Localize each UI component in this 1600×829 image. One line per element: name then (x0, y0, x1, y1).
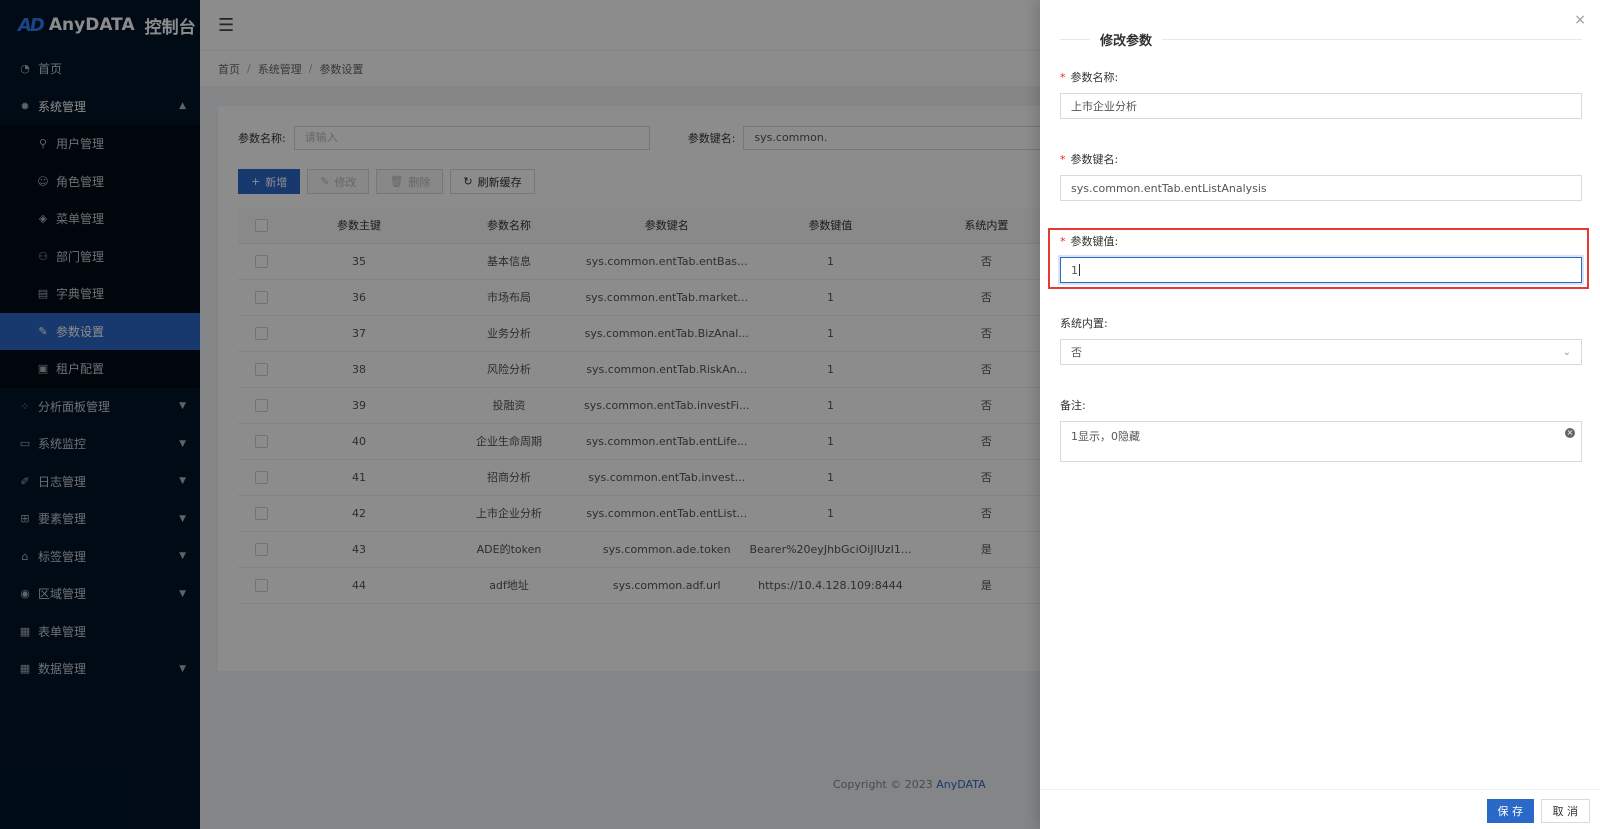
param-key-field-label: 参数键名: (1070, 153, 1119, 166)
title-divider (1162, 38, 1582, 40)
builtin-select[interactable]: 否 ⌄ (1060, 339, 1582, 365)
param-key-field-input[interactable]: sys.common.entTab.entListAnalysis (1060, 175, 1582, 201)
required-mark: * (1060, 152, 1066, 166)
param-name-field-input[interactable]: 上市企业分析 (1060, 93, 1582, 119)
param-name-field: * 参数名称: 上市企业分析 (1060, 70, 1582, 119)
param-name-field-label: 参数名称: (1070, 71, 1119, 84)
chevron-down-icon: ⌄ (1562, 346, 1571, 358)
builtin-field-label: 系统内置: (1060, 317, 1108, 330)
remark-field: 备注: 1显示，0隐藏 × (1060, 398, 1582, 462)
highlight-annotation-box (1048, 228, 1589, 289)
remark-text: 1显示，0隐藏 (1071, 430, 1140, 443)
remark-textarea[interactable]: 1显示，0隐藏 × (1060, 421, 1582, 462)
title-divider (1060, 38, 1090, 40)
drawer-mask[interactable] (0, 0, 1040, 829)
drawer-footer: 保 存 取 消 (1040, 789, 1600, 829)
param-key-field: * 参数键名: sys.common.entTab.entListAnalysis (1060, 152, 1582, 201)
clear-icon[interactable]: × (1565, 428, 1575, 438)
remark-field-label: 备注: (1060, 399, 1086, 412)
save-button[interactable]: 保 存 (1486, 799, 1534, 823)
cancel-button[interactable]: 取 消 (1540, 799, 1590, 823)
close-icon[interactable]: × (1574, 12, 1586, 28)
builtin-select-value: 否 (1071, 346, 1082, 359)
drawer-title: 修改参数 (1060, 30, 1582, 49)
edit-param-drawer: × 修改参数 * 参数名称: 上市企业分析 * 参数键名: sys.common.e… (1040, 0, 1600, 829)
required-mark: * (1060, 70, 1066, 84)
drawer-title-text: 修改参数 (1100, 33, 1153, 49)
builtin-field: 系统内置: 否 ⌄ (1060, 316, 1582, 365)
